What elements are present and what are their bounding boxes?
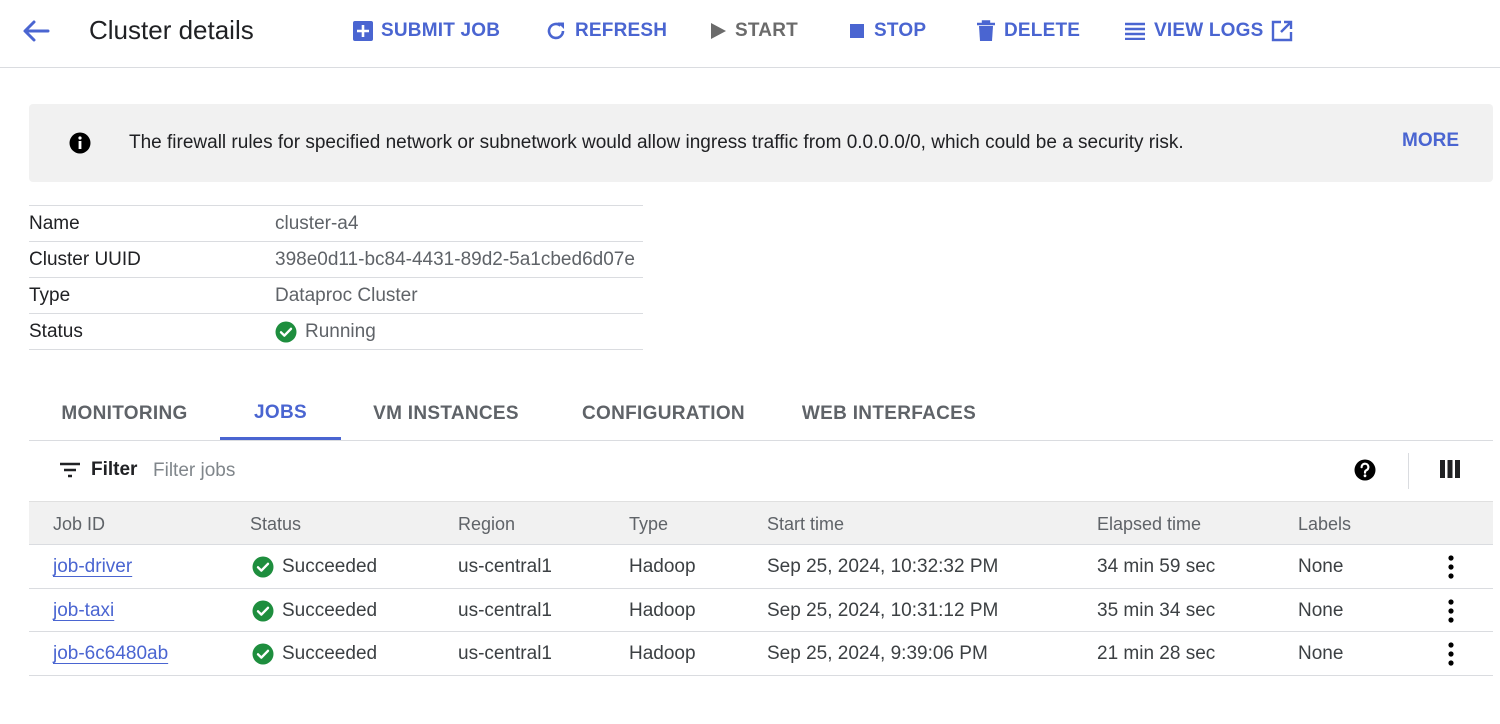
stop-button[interactable]: STOP [848,16,926,46]
jobs-filter-bar: Filter [29,441,1493,501]
column-header-labels[interactable]: Labels [1298,514,1351,535]
cluster-status-text: Running [305,320,376,342]
detail-value-status: Running [275,321,376,343]
job-type: Hadoop [629,599,696,621]
table-row: job-6c6480ab Succeeded us-central1 Hadoo… [29,632,1493,676]
cluster-tabs: MONITORING JOBS VM INSTANCES CONFIGURATI… [29,388,1493,441]
job-start-time: Sep 25, 2024, 10:31:12 PM [767,599,999,621]
trash-icon [977,20,995,41]
table-row: job-taxi Succeeded us-central1 Hadoop Se… [29,589,1493,632]
detail-value: cluster-a4 [275,212,359,234]
column-header-region[interactable]: Region [458,514,515,535]
job-elapsed-time: 35 min 34 sec [1097,599,1216,621]
job-labels: None [1298,556,1344,577]
column-header-status[interactable]: Status [250,514,301,535]
delete-button[interactable]: DELETE [976,16,1080,46]
check-circle-icon [275,321,297,342]
more-vert-icon[interactable] [1439,642,1463,666]
cluster-details-table: Name cluster-a4 Cluster UUID 398e0d11-bc… [29,205,643,350]
logs-list-icon [1125,22,1145,40]
detail-row-uuid: Cluster UUID 398e0d11-bc84-4431-89d2-5a1… [29,242,643,278]
refresh-label: REFRESH [575,20,668,41]
detail-value: Dataproc Cluster [275,284,418,306]
check-circle-icon [252,643,274,665]
banner-message: The firewall rules for specified network… [129,132,1184,153]
delete-label: DELETE [1004,20,1081,41]
job-status: Succeeded [252,556,377,578]
toolbar-divider [1408,453,1409,489]
view-logs-button[interactable]: VIEW LOGS [1124,16,1293,46]
job-type: Hadoop [629,556,696,577]
tab-web-interfaces[interactable]: WEB INTERFACES [776,388,1002,440]
submit-job-label: SUBMIT JOB [381,20,501,41]
job-id-link[interactable]: job-6c6480ab [53,643,168,665]
job-region: us-central1 [458,643,552,664]
job-region: us-central1 [458,599,552,621]
tab-vm-instances[interactable]: VM INSTANCES [341,388,551,440]
job-elapsed-time: 21 min 28 sec [1097,643,1216,664]
detail-label: Cluster UUID [29,248,141,270]
tab-jobs[interactable]: JOBS [220,388,341,440]
filter-jobs-input[interactable] [153,455,753,487]
job-labels: None [1298,599,1344,621]
page-header: Cluster details SUBMIT JOB REFRESH START… [0,0,1500,68]
stop-icon [850,24,864,38]
job-status: Succeeded [252,643,377,665]
column-header-start-time[interactable]: Start time [767,514,844,535]
job-type: Hadoop [629,643,696,664]
back-arrow-icon[interactable] [18,14,54,48]
detail-row-status: Status Running [29,314,643,350]
stop-label: STOP [874,20,927,41]
filter-label[interactable]: Filter [91,459,137,481]
job-start-time: Sep 25, 2024, 10:32:32 PM [767,556,999,577]
job-labels: None [1298,643,1344,664]
filter-list-icon[interactable] [59,461,81,479]
play-icon [711,23,726,39]
detail-label: Name [29,212,80,234]
tab-configuration[interactable]: CONFIGURATION [551,388,776,440]
column-header-type[interactable]: Type [629,514,668,535]
security-warning-banner: The firewall rules for specified network… [29,104,1493,182]
jobs-table-header: Job ID Status Region Type Start time Ela… [29,501,1493,545]
detail-row-type: Type Dataproc Cluster [29,278,643,314]
detail-label: Type [29,284,71,306]
submit-job-button[interactable]: SUBMIT JOB [353,16,500,46]
job-id-link[interactable]: job-driver [53,556,132,578]
jobs-table: Job ID Status Region Type Start time Ela… [29,501,1493,676]
detail-value: 398e0d11-bc84-4431-89d2-5a1cbed6d07e [275,248,635,270]
job-status-text: Succeeded [282,599,378,621]
table-row: job-driver Succeeded us-central1 Hadoop … [29,545,1493,589]
job-elapsed-time: 34 min 59 sec [1097,556,1216,577]
job-id-link[interactable]: job-taxi [53,600,114,622]
more-vert-icon[interactable] [1439,598,1463,623]
open-in-new-icon [1272,20,1293,42]
refresh-button[interactable]: REFRESH [545,16,667,46]
more-vert-icon[interactable] [1439,555,1463,579]
view-logs-label: VIEW LOGS [1154,20,1264,41]
job-status: Succeeded [252,600,377,622]
column-header-job-id[interactable]: Job ID [53,514,105,535]
start-button[interactable]: START [709,16,798,46]
help-icon[interactable] [1354,459,1376,481]
job-status-text: Succeeded [282,556,378,577]
banner-more-button[interactable]: MORE [1402,130,1459,152]
page-title: Cluster details [89,15,254,45]
check-circle-icon [252,556,274,578]
info-icon [69,132,91,154]
detail-row-name: Name cluster-a4 [29,206,643,242]
detail-label: Status [29,320,83,342]
add-box-icon [353,21,373,41]
job-start-time: Sep 25, 2024, 9:39:06 PM [767,643,988,664]
job-status-text: Succeeded [282,643,378,664]
job-region: us-central1 [458,556,552,577]
refresh-icon [547,22,565,40]
start-label: START [735,20,798,41]
tab-monitoring[interactable]: MONITORING [29,388,220,440]
check-circle-icon [252,600,274,621]
column-display-icon[interactable] [1439,459,1461,479]
column-header-elapsed-time[interactable]: Elapsed time [1097,514,1201,535]
